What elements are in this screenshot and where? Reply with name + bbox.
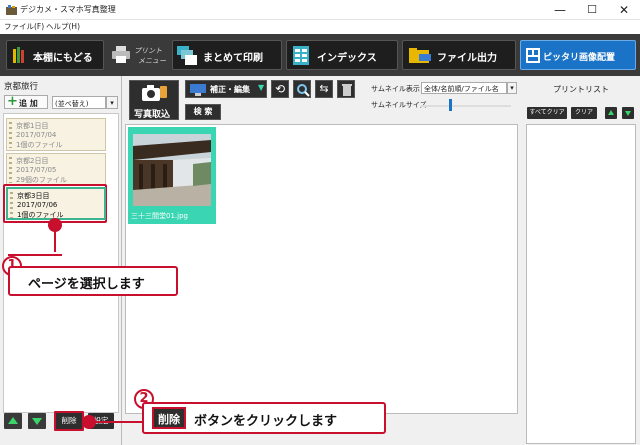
thumbnail-grid: 三十三間堂01.jpg — [125, 124, 518, 414]
minimize-button[interactable]: — — [544, 0, 576, 20]
move-up-button[interactable] — [4, 413, 22, 429]
step2-text: ボタンをクリックします — [194, 414, 338, 429]
page-date: 2017/07/06 — [17, 201, 58, 209]
print-menu-label-2: メニュー — [138, 57, 166, 65]
print-list-title: プリントリスト — [553, 85, 609, 94]
index-label: インデックス — [317, 53, 377, 64]
arrow-up-icon — [608, 110, 614, 115]
printer-icon — [112, 46, 130, 63]
rotate-icon[interactable]: ⟲ — [271, 80, 289, 98]
page-card[interactable]: 京都2日目 2017/07/05 29個のファイル — [6, 153, 106, 186]
list-down-button[interactable] — [622, 107, 634, 119]
batch-print-label: まとめて印刷 — [203, 53, 263, 64]
title-bar: デジカメ・スマホ写真整理 — ☐ ✕ — [0, 0, 640, 20]
import-photos-button[interactable]: 写真取込 — [129, 80, 179, 120]
page-count: 1個のファイル — [16, 141, 63, 149]
edit-label: 補正・編集 — [210, 85, 250, 94]
fit-layout-icon — [526, 48, 540, 63]
dropdown-arrow-icon: ▼ — [258, 83, 265, 92]
thumbnail-item[interactable]: 三十三間堂01.jpg — [128, 127, 216, 224]
move-icon[interactable]: ⇆ — [315, 80, 333, 98]
photo-thumbnail — [133, 134, 211, 206]
plus-icon: + — [7, 94, 18, 109]
menu-bar: ファイル(F) ヘルプ(H) — [0, 20, 640, 34]
photo-toolbar: 写真取込 補正・編集 ▼ ⟲ ⇆ 検 索 サムネイル表示 全体/名前順/ファイル… — [125, 76, 519, 124]
arrow-up-icon — [8, 417, 18, 424]
page-title: 京都1日目 — [16, 122, 49, 130]
app-icon — [6, 5, 17, 15]
album-title: 京都旅行 — [4, 82, 39, 92]
page-title: 京都2日目 — [16, 157, 49, 165]
monitor-icon — [190, 84, 206, 96]
window-title: デジカメ・スマホ写真整理 — [20, 5, 116, 14]
close-button[interactable]: ✕ — [608, 0, 640, 20]
trash-icon[interactable] — [337, 80, 355, 98]
batch-print-icon — [177, 46, 197, 65]
folder-icon — [409, 48, 431, 63]
maximize-button[interactable]: ☐ — [576, 0, 608, 20]
callout-pointer — [48, 218, 62, 232]
ring-binding — [9, 157, 12, 183]
file-output-button[interactable]: ファイル出力 — [402, 40, 516, 70]
sort-select[interactable]: (並べ替え) — [52, 96, 106, 109]
page-date: 2017/07/05 — [16, 166, 57, 174]
batch-print-button[interactable]: まとめて印刷 — [172, 40, 282, 70]
chevron-down-icon[interactable]: ▾ — [507, 82, 517, 94]
page-card[interactable]: 京都1日目 2017/07/04 1個のファイル — [6, 118, 106, 151]
step1-callout: ページを選択します — [8, 266, 178, 296]
search-button[interactable]: 検 索 — [185, 104, 221, 120]
print-menu-button[interactable]: プリント メニュー — [110, 40, 170, 70]
chevron-down-icon[interactable]: ▾ — [106, 96, 118, 109]
fit-layout-label: ピッタリ画像配置 — [543, 53, 616, 63]
ring-binding — [10, 192, 13, 218]
thumb-size-label: サムネイルサイズ — [371, 101, 427, 109]
callout-leader — [94, 421, 144, 423]
index-icon — [293, 46, 309, 65]
step2-callout: 削除 ボタンをクリックします — [142, 402, 386, 434]
main-toolbar: 本棚にもどる プリント メニュー まとめて印刷 インデックス ファイル出力 ピッ… — [0, 34, 640, 76]
menu-help[interactable]: ヘルプ(H) — [46, 21, 80, 32]
magnifier-icon — [297, 84, 310, 97]
camera-icon — [142, 85, 167, 101]
list-up-button[interactable] — [605, 107, 617, 119]
add-label: 追 加 — [19, 99, 38, 108]
menu-file[interactable]: ファイル(F) — [4, 21, 44, 32]
bookshelf-icon — [13, 47, 24, 63]
back-to-shelf-button[interactable]: 本棚にもどる — [6, 40, 104, 70]
back-to-shelf-label: 本棚にもどる — [33, 53, 93, 64]
thumb-display-select[interactable]: 全体/名前順/ファイル名 — [421, 82, 507, 94]
thumb-size-slider[interactable] — [421, 105, 511, 107]
arrow-down-icon — [32, 418, 42, 425]
clear-all-button[interactable]: すべてクリア — [527, 107, 567, 119]
thumb-display-label: サムネイル表示 — [371, 85, 420, 93]
page-title: 京都3日目 — [17, 192, 50, 200]
file-output-label: ファイル出力 — [437, 53, 497, 64]
move-down-button[interactable] — [28, 413, 46, 429]
import-photos-label: 写真取込 — [134, 110, 171, 120]
thumbnail-filename: 三十三間堂01.jpg — [131, 212, 188, 220]
print-menu-label-1: プリント — [134, 47, 162, 55]
trash-glyph — [342, 84, 352, 96]
edit-button[interactable]: 補正・編集 ▼ — [185, 80, 267, 98]
ring-binding — [9, 122, 12, 148]
clear-button[interactable]: クリア — [571, 107, 597, 119]
zoom-icon[interactable] — [293, 80, 311, 98]
print-list-panel: プリントリスト すべてクリア クリア — [522, 76, 640, 445]
page-card-selected[interactable]: 京都3日目 2017/07/06 1個のファイル — [6, 187, 106, 220]
step2-button-chip: 削除 — [152, 407, 186, 429]
page-date: 2017/07/04 — [16, 131, 57, 139]
thumb-size-slider-handle[interactable] — [449, 99, 452, 111]
print-list — [526, 124, 636, 444]
callout-leader — [8, 254, 62, 256]
arrow-down-icon — [625, 111, 631, 116]
delete-page-button[interactable]: 削除 — [54, 411, 84, 431]
index-button[interactable]: インデックス — [286, 40, 398, 70]
add-button[interactable]: + 追 加 — [4, 94, 48, 109]
fit-layout-button[interactable]: ピッタリ画像配置 — [520, 40, 636, 70]
